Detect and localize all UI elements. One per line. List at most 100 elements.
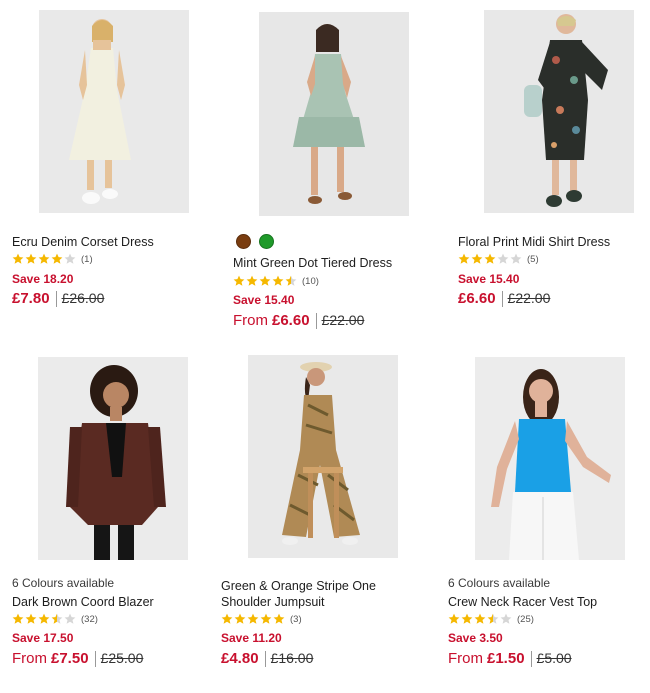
save-amount: Save 15.40 (458, 272, 520, 286)
save-amount: Save 17.50 (12, 631, 74, 645)
review-count: (5) (527, 253, 539, 265)
model-photo-ecru-dress (39, 10, 189, 213)
price-row: From £1.50 £5.00 (448, 650, 572, 667)
price-row: From £7.50 £25.00 (12, 650, 143, 667)
star-full-icon (38, 613, 50, 624)
star-full-icon (25, 613, 37, 624)
original-price: £5.00 (536, 650, 572, 666)
original-price: £22.00 (507, 290, 551, 306)
price-divider (501, 290, 503, 307)
star-half-icon (487, 613, 499, 624)
star-empty-icon (510, 253, 522, 264)
price-row: £7.80 £26.00 (12, 290, 104, 307)
colour-swatches (236, 234, 274, 249)
star-full-icon (12, 613, 24, 624)
star-half-icon (285, 275, 297, 286)
price-from-label: From (233, 312, 268, 329)
current-price: £4.80 (221, 650, 259, 667)
star-full-icon (51, 253, 63, 264)
model-photo-stripe-jumpsuit (248, 355, 398, 558)
product-title[interactable]: Floral Print Midi Shirt Dress (458, 234, 650, 250)
colours-available: 6 Colours available (448, 576, 551, 590)
model-photo-vest-top (475, 357, 625, 560)
product-rating: (3) (221, 613, 302, 625)
star-full-icon (471, 253, 483, 264)
product-image[interactable] (475, 357, 625, 560)
product-title[interactable]: Mint Green Dot Tiered Dress (233, 255, 433, 271)
price-divider (94, 650, 96, 667)
model-photo-brown-blazer (38, 357, 188, 560)
product-rating: (25) (448, 613, 534, 625)
product-title[interactable]: Ecru Denim Corset Dress (12, 234, 212, 250)
product-title[interactable]: Dark Brown Coord Blazer (12, 594, 212, 610)
star-full-icon (234, 613, 246, 624)
star-full-icon (25, 253, 37, 264)
star-full-icon (461, 613, 473, 624)
star-full-icon (12, 253, 24, 264)
star-full-icon (247, 613, 259, 624)
product-rating: (32) (12, 613, 98, 625)
product-image[interactable] (259, 12, 409, 216)
product-image[interactable] (39, 10, 189, 213)
product-image[interactable] (248, 355, 398, 558)
model-photo-mint-dress (259, 12, 409, 216)
product-rating: (1) (12, 253, 93, 265)
star-full-icon (260, 613, 272, 624)
star-full-icon (246, 275, 258, 286)
price-row: £6.60 £22.00 (458, 290, 550, 307)
review-count: (25) (517, 613, 534, 625)
product-rating: (10) (233, 275, 319, 287)
star-full-icon (458, 253, 470, 264)
original-price: £25.00 (100, 650, 144, 666)
price-row: From £6.60 £22.00 (233, 312, 364, 329)
star-full-icon (484, 253, 496, 264)
review-count: (10) (302, 275, 319, 287)
current-price: £6.60 (272, 312, 310, 329)
model-photo-floral-dress (484, 10, 634, 213)
save-amount: Save 3.50 (448, 631, 503, 645)
product-image[interactable] (484, 10, 634, 213)
save-amount: Save 15.40 (233, 293, 295, 307)
product-title[interactable]: Crew Neck Racer Vest Top (448, 594, 648, 610)
rating-stars (221, 613, 285, 625)
colours-available: 6 Colours available (12, 576, 115, 590)
current-price: £7.50 (51, 650, 89, 667)
price-from-label: From (448, 650, 483, 667)
rating-stars (233, 275, 297, 287)
original-price: £22.00 (321, 312, 365, 328)
price-row: £4.80 £16.00 (221, 650, 313, 667)
star-empty-icon (64, 613, 76, 624)
swatch-green[interactable] (259, 234, 274, 249)
price-divider (530, 650, 532, 667)
product-rating: (5) (458, 253, 539, 265)
swatch-brown[interactable] (236, 234, 251, 249)
star-full-icon (38, 253, 50, 264)
star-half-icon (51, 613, 63, 624)
star-empty-icon (500, 613, 512, 624)
current-price: £6.60 (458, 290, 496, 307)
price-divider (55, 290, 57, 307)
review-count: (32) (81, 613, 98, 625)
star-full-icon (448, 613, 460, 624)
product-title[interactable]: Green & Orange Stripe One Shoulder Jumps… (221, 578, 421, 610)
rating-stars (458, 253, 522, 265)
review-count: (3) (290, 613, 302, 625)
current-price: £1.50 (487, 650, 525, 667)
product-image[interactable] (38, 357, 188, 560)
star-empty-icon (497, 253, 509, 264)
price-divider (264, 650, 266, 667)
price-from-label: From (12, 650, 47, 667)
star-full-icon (474, 613, 486, 624)
rating-stars (12, 613, 76, 625)
price-divider (315, 312, 317, 329)
original-price: £16.00 (270, 650, 314, 666)
rating-stars (12, 253, 76, 265)
current-price: £7.80 (12, 290, 50, 307)
star-full-icon (233, 275, 245, 286)
star-full-icon (273, 613, 285, 624)
star-full-icon (259, 275, 271, 286)
save-amount: Save 11.20 (221, 631, 282, 645)
star-empty-icon (64, 253, 76, 264)
rating-stars (448, 613, 512, 625)
review-count: (1) (81, 253, 93, 265)
